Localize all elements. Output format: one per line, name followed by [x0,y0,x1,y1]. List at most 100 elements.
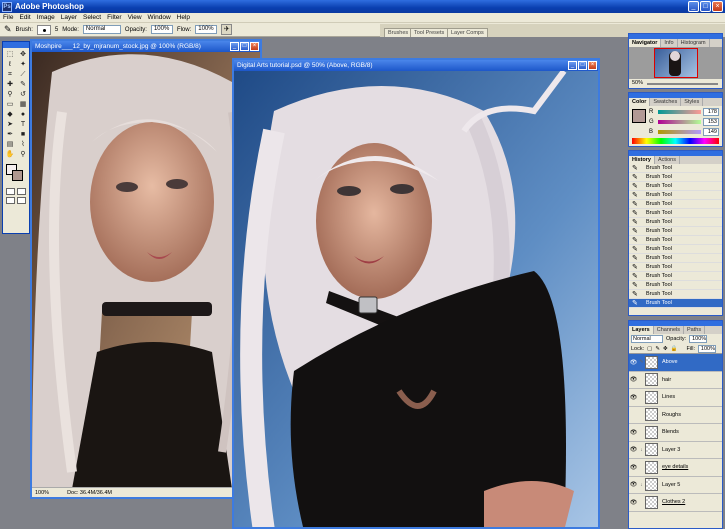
navigator-zoom-value[interactable]: 50% [632,79,643,88]
mode-select[interactable]: Normal [82,25,121,34]
slice-tool-icon[interactable]: ⟋ [17,70,29,79]
layer-fill-field[interactable]: 100% [698,344,716,353]
tab-histogram[interactable]: Histogram [678,39,710,47]
layer-row-roughs[interactable]: Roughs [629,407,722,424]
main-minimize-button[interactable]: _ [568,61,577,70]
lock-all-icon[interactable]: 🔒 [671,346,678,352]
screen-mode-standard[interactable] [6,197,15,204]
layer-row-above[interactable]: 👁 ✎ Above [629,354,722,372]
history-item[interactable]: ✎ Brush Tool [629,290,722,299]
menu-window[interactable]: Window [148,14,171,21]
visibility-eye-icon[interactable]: 👁 [629,464,638,471]
eraser-tool-icon[interactable]: ▭ [4,100,16,109]
standard-mode-button[interactable] [6,188,15,195]
opacity-field[interactable]: 100% [150,25,173,34]
history-item[interactable]: ✎ Brush Tool [629,173,722,182]
history-item-current[interactable]: ✎ Brush Tool [629,299,722,308]
reference-maximize-button[interactable]: □ [240,42,249,51]
tab-actions[interactable]: Actions [655,156,680,164]
tab-paths[interactable]: Paths [684,326,706,334]
gradient-tool-icon[interactable]: ▦ [17,100,29,109]
channel-b-value[interactable]: 149 [703,128,719,136]
layer-row-blends[interactable]: 👁 Blends [629,424,722,442]
menu-image[interactable]: Image [37,14,55,21]
screen-mode-full-menu[interactable] [17,197,26,204]
well-tab-layer-comps[interactable]: Layer Comps [447,28,488,37]
lock-position-icon[interactable]: ✥ [663,346,668,352]
type-tool-icon[interactable]: T [17,120,29,129]
history-item[interactable]: ✎ Brush Tool [629,236,722,245]
history-item[interactable]: ✎ Brush Tool [629,281,722,290]
marquee-tool-icon[interactable]: ⬚ [4,50,16,59]
visibility-eye-icon[interactable]: 👁 [629,481,638,488]
menu-help[interactable]: Help [177,14,190,21]
magic-wand-icon[interactable]: ✦ [17,60,29,69]
clone-stamp-icon[interactable]: ⚲ [4,90,16,99]
channel-g-value[interactable]: 153 [703,118,719,126]
navigator-thumbnail[interactable] [653,48,698,78]
history-item[interactable]: ✎ Brush Tool [629,272,722,281]
tab-info[interactable]: Info [661,39,678,47]
tab-color[interactable]: Color [629,98,651,106]
layer-row-hair[interactable]: 👁 hair [629,372,722,389]
airbrush-icon[interactable]: ✈ [221,24,233,35]
visibility-eye-icon[interactable]: 👁 [629,394,638,401]
history-item[interactable]: ✎ Brush Tool [629,263,722,272]
blur-tool-icon[interactable]: ◆ [4,110,16,119]
well-tab-brushes[interactable]: Brushes [384,28,413,37]
maximize-button[interactable]: □ [700,1,711,12]
tab-swatches[interactable]: Swatches [650,98,682,106]
history-item[interactable]: ✎ Brush Tool [629,164,722,173]
brush-tool-icon[interactable]: ✎ [4,24,12,35]
history-item[interactable]: ✎ Brush Tool [629,218,722,227]
lock-pixels-icon[interactable]: ✎ [655,346,660,352]
hand-tool-icon[interactable]: ✋ [4,150,16,159]
minimize-button[interactable]: _ [688,1,699,12]
menu-select[interactable]: Select [83,14,101,21]
history-brush-icon[interactable]: ↺ [17,90,29,99]
tab-styles[interactable]: Styles [681,98,704,106]
brush-tool-icon[interactable]: ✎ [17,80,29,89]
channel-b-slider[interactable] [658,130,701,134]
history-item[interactable]: ✎ Brush Tool [629,209,722,218]
move-tool-icon[interactable]: ✥ [17,50,29,59]
brush-preset-picker[interactable] [36,24,51,35]
reference-photo-canvas[interactable] [32,52,260,487]
well-tab-tool-presets[interactable]: Tool Presets [410,28,449,37]
layer-row-eye-details[interactable]: 👁 eye details [629,459,722,477]
eyedropper-icon[interactable]: ⌇ [17,140,29,149]
layer-row-clothes-2[interactable]: 👁 Clothes 2 [629,494,722,512]
history-item[interactable]: ✎ Brush Tool [629,191,722,200]
history-item[interactable]: ✎ Brush Tool [629,245,722,254]
main-maximize-button[interactable]: □ [578,61,587,70]
layer-row-layer-5[interactable]: 👁 ↓ Layer 5 [629,477,722,494]
shape-tool-icon[interactable]: ■ [17,130,29,139]
lasso-tool-icon[interactable]: ℓ [4,60,16,69]
layer-row-layer-3[interactable]: 👁 ↓ Layer 3 [629,442,722,459]
crop-tool-icon[interactable]: ⌗ [4,70,16,79]
layer-opacity-field[interactable]: 100% [689,335,708,343]
history-item[interactable]: ✎ Brush Tool [629,182,722,191]
flow-field[interactable]: 100% [195,25,218,34]
visibility-eye-icon[interactable]: 👁 [629,499,638,506]
layer-row-lines[interactable]: 👁 Lines [629,389,722,407]
menu-filter[interactable]: Filter [107,14,121,21]
main-close-button[interactable]: × [588,61,597,70]
lock-transparency-icon[interactable]: ▢ [647,346,652,352]
visibility-eye-icon[interactable]: 👁 [629,359,638,366]
menu-view[interactable]: View [128,14,142,21]
channel-g-slider[interactable] [658,120,701,124]
notes-tool-icon[interactable]: ▤ [4,140,16,149]
reference-document-title[interactable]: Moshpire___12_by_mjranum_stock.jpg @ 100… [32,41,260,52]
path-select-icon[interactable]: ➤ [4,120,16,129]
color-spectrum-bar[interactable] [632,138,719,144]
dodge-tool-icon[interactable]: ● [17,110,29,119]
color-foreground-preview[interactable] [632,109,646,123]
reference-doc-info[interactable]: Doc: 36.4M/36.4M [67,488,112,497]
illustration-canvas[interactable] [234,71,598,527]
channel-r-slider[interactable] [658,110,701,114]
main-document-title[interactable]: Digital Arts tutorial.psd @ 50% (Above, … [234,60,598,71]
tab-navigator[interactable]: Navigator [629,39,662,47]
tab-layers[interactable]: Layers [629,326,654,334]
reference-zoom-level[interactable]: 100% [35,488,49,497]
